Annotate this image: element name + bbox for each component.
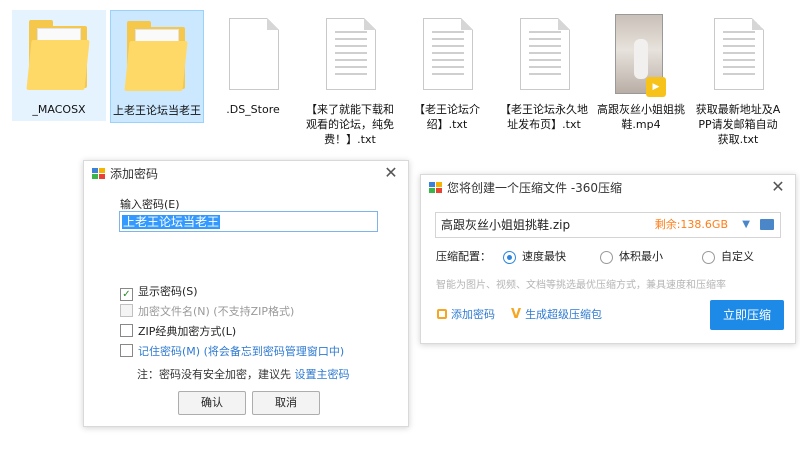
file-item-macosx[interactable]: _MACOSX <box>12 10 106 121</box>
play-icon: ▶ <box>646 77 666 97</box>
lock-icon <box>437 309 447 319</box>
file-item-txt-3[interactable]: 【老王论坛永久地址发布页】.txt <box>497 10 591 136</box>
text-file-icon <box>508 14 580 98</box>
file-label: 上老王论坛当老王 <box>113 104 201 117</box>
add-password-dialog: 添加密码 ✕ 输入密码(E) 上老王论坛当老王 ✓ 显示密码(S) 加密文件名(N… <box>83 160 409 427</box>
folder-icon <box>121 15 193 99</box>
compression-config: 压缩配置： 速度最快 体积最小 自定义 <box>436 248 786 266</box>
dialog-titlebar[interactable]: 添加密码 ✕ <box>84 161 408 187</box>
option-label: 加密文件名(N) (不支持ZIP格式) <box>138 305 295 318</box>
file-label: 【来了就能下载和观看的论坛，纯免费！】.txt <box>306 103 394 146</box>
add-password-link[interactable]: 添加密码 <box>437 306 495 322</box>
file-label: 高跟灰丝小姐姐挑鞋.mp4 <box>597 103 685 131</box>
password-input[interactable]: 上老王论坛当老王 <box>119 211 378 232</box>
show-password-checkbox[interactable]: ✓ 显示密码(S) <box>120 284 198 301</box>
text-file-icon <box>411 14 483 98</box>
dialog-titlebar[interactable]: 您将创建一个压缩文件 -360压缩 ✕ <box>421 175 795 201</box>
app-360-icon <box>92 168 105 180</box>
dialog-title: 添加密码 <box>110 167 159 181</box>
v-badge-icon: V <box>511 307 522 322</box>
password-value: 上老王论坛当老王 <box>122 215 221 229</box>
close-icon[interactable]: ✕ <box>769 178 787 196</box>
file-item-laowang-folder[interactable]: 上老王论坛当老王 <box>110 10 204 123</box>
video-thumbnail-icon: ▶ <box>605 14 677 98</box>
radio-smallest[interactable] <box>600 251 613 264</box>
close-icon[interactable]: ✕ <box>382 164 400 182</box>
file-label: 【老王论坛介绍】.txt <box>414 103 480 131</box>
archive-name-input[interactable]: 高跟灰丝小姐姐挑鞋.zip 剩余:138.6GB ▼ <box>435 212 781 238</box>
file-item-txt-4[interactable]: 获取最新地址及APP请发邮箱自动获取.txt <box>691 10 785 151</box>
password-label: 输入密码(E) <box>120 198 180 211</box>
checkbox-box <box>120 324 133 337</box>
file-label: 【老王论坛永久地址发布页】.txt <box>500 103 588 131</box>
super-archive-link[interactable]: V 生成超级压缩包 <box>511 306 602 322</box>
file-item-ds-store[interactable]: .DS_Store <box>206 10 300 121</box>
option-label: 记住密码(M) (将会备忘到密码管理窗口中) <box>138 345 345 358</box>
mode-label-smallest: 体积最小 <box>619 250 663 263</box>
create-archive-dialog: 您将创建一个压缩文件 -360压缩 ✕ 高跟灰丝小姐姐挑鞋.zip 剩余:138… <box>420 174 796 344</box>
desktop-file-view: _MACOSX 上老王论坛当老王 .DS_Store 【来了就能下载和观看的论坛… <box>0 0 800 453</box>
file-label: 获取最新地址及APP请发邮箱自动获取.txt <box>695 103 781 146</box>
checkbox-box <box>120 304 133 317</box>
option-label: ZIP经典加密方式(L) <box>138 325 237 338</box>
mode-label-custom: 自定义 <box>721 250 754 263</box>
check-icon: ✓ <box>120 288 133 301</box>
file-item-mp4[interactable]: ▶ 高跟灰丝小姐姐挑鞋.mp4 <box>594 10 688 136</box>
free-space: 剩余:138.6GB <box>654 218 728 231</box>
dropdown-arrow-icon[interactable]: ▼ <box>742 213 750 237</box>
dialog-title: 您将创建一个压缩文件 -360压缩 <box>447 181 623 195</box>
radio-fastest[interactable] <box>503 251 516 264</box>
set-master-password-link[interactable]: 设置主密码 <box>295 368 350 381</box>
compress-now-button[interactable]: 立即压缩 <box>710 300 784 330</box>
super-archive-label: 生成超级压缩包 <box>525 308 603 321</box>
cancel-button[interactable]: 取消 <box>252 391 320 415</box>
config-label: 压缩配置： <box>436 250 491 263</box>
add-password-label: 添加密码 <box>451 308 495 321</box>
note-text: 注：密码没有安全加密，建议先 <box>137 368 291 381</box>
file-label: .DS_Store <box>226 103 280 116</box>
checkbox-box <box>120 344 133 357</box>
file-label: _MACOSX <box>32 103 86 116</box>
mode-label-fastest: 速度最快 <box>522 250 566 263</box>
text-file-icon <box>702 14 774 98</box>
compression-hint: 智能为图片、视频、文档等挑选最优压缩方式，兼具速度和压缩率 <box>436 280 726 291</box>
file-item-txt-2[interactable]: 【老王论坛介绍】.txt <box>400 10 494 136</box>
text-file-icon <box>314 14 386 98</box>
encrypt-filenames-checkbox: 加密文件名(N) (不支持ZIP格式) <box>120 304 294 320</box>
archive-name: 高跟灰丝小姐姐挑鞋.zip <box>441 218 571 232</box>
security-note: 注：密码没有安全加密，建议先 设置主密码 <box>137 366 350 382</box>
app-360-icon <box>429 182 442 194</box>
folder-icon <box>23 14 95 98</box>
option-label: 显示密码(S) <box>138 285 198 298</box>
zip-classic-encryption-checkbox[interactable]: ZIP经典加密方式(L) <box>120 324 236 340</box>
browse-folder-icon[interactable] <box>760 219 774 230</box>
confirm-button[interactable]: 确认 <box>178 391 246 415</box>
file-item-txt-1[interactable]: 【来了就能下载和观看的论坛，纯免费！】.txt <box>303 10 397 151</box>
remember-password-checkbox[interactable]: 记住密码(M) (将会备忘到密码管理窗口中) <box>120 344 344 360</box>
radio-custom[interactable] <box>702 251 715 264</box>
blank-file-icon <box>217 14 289 98</box>
